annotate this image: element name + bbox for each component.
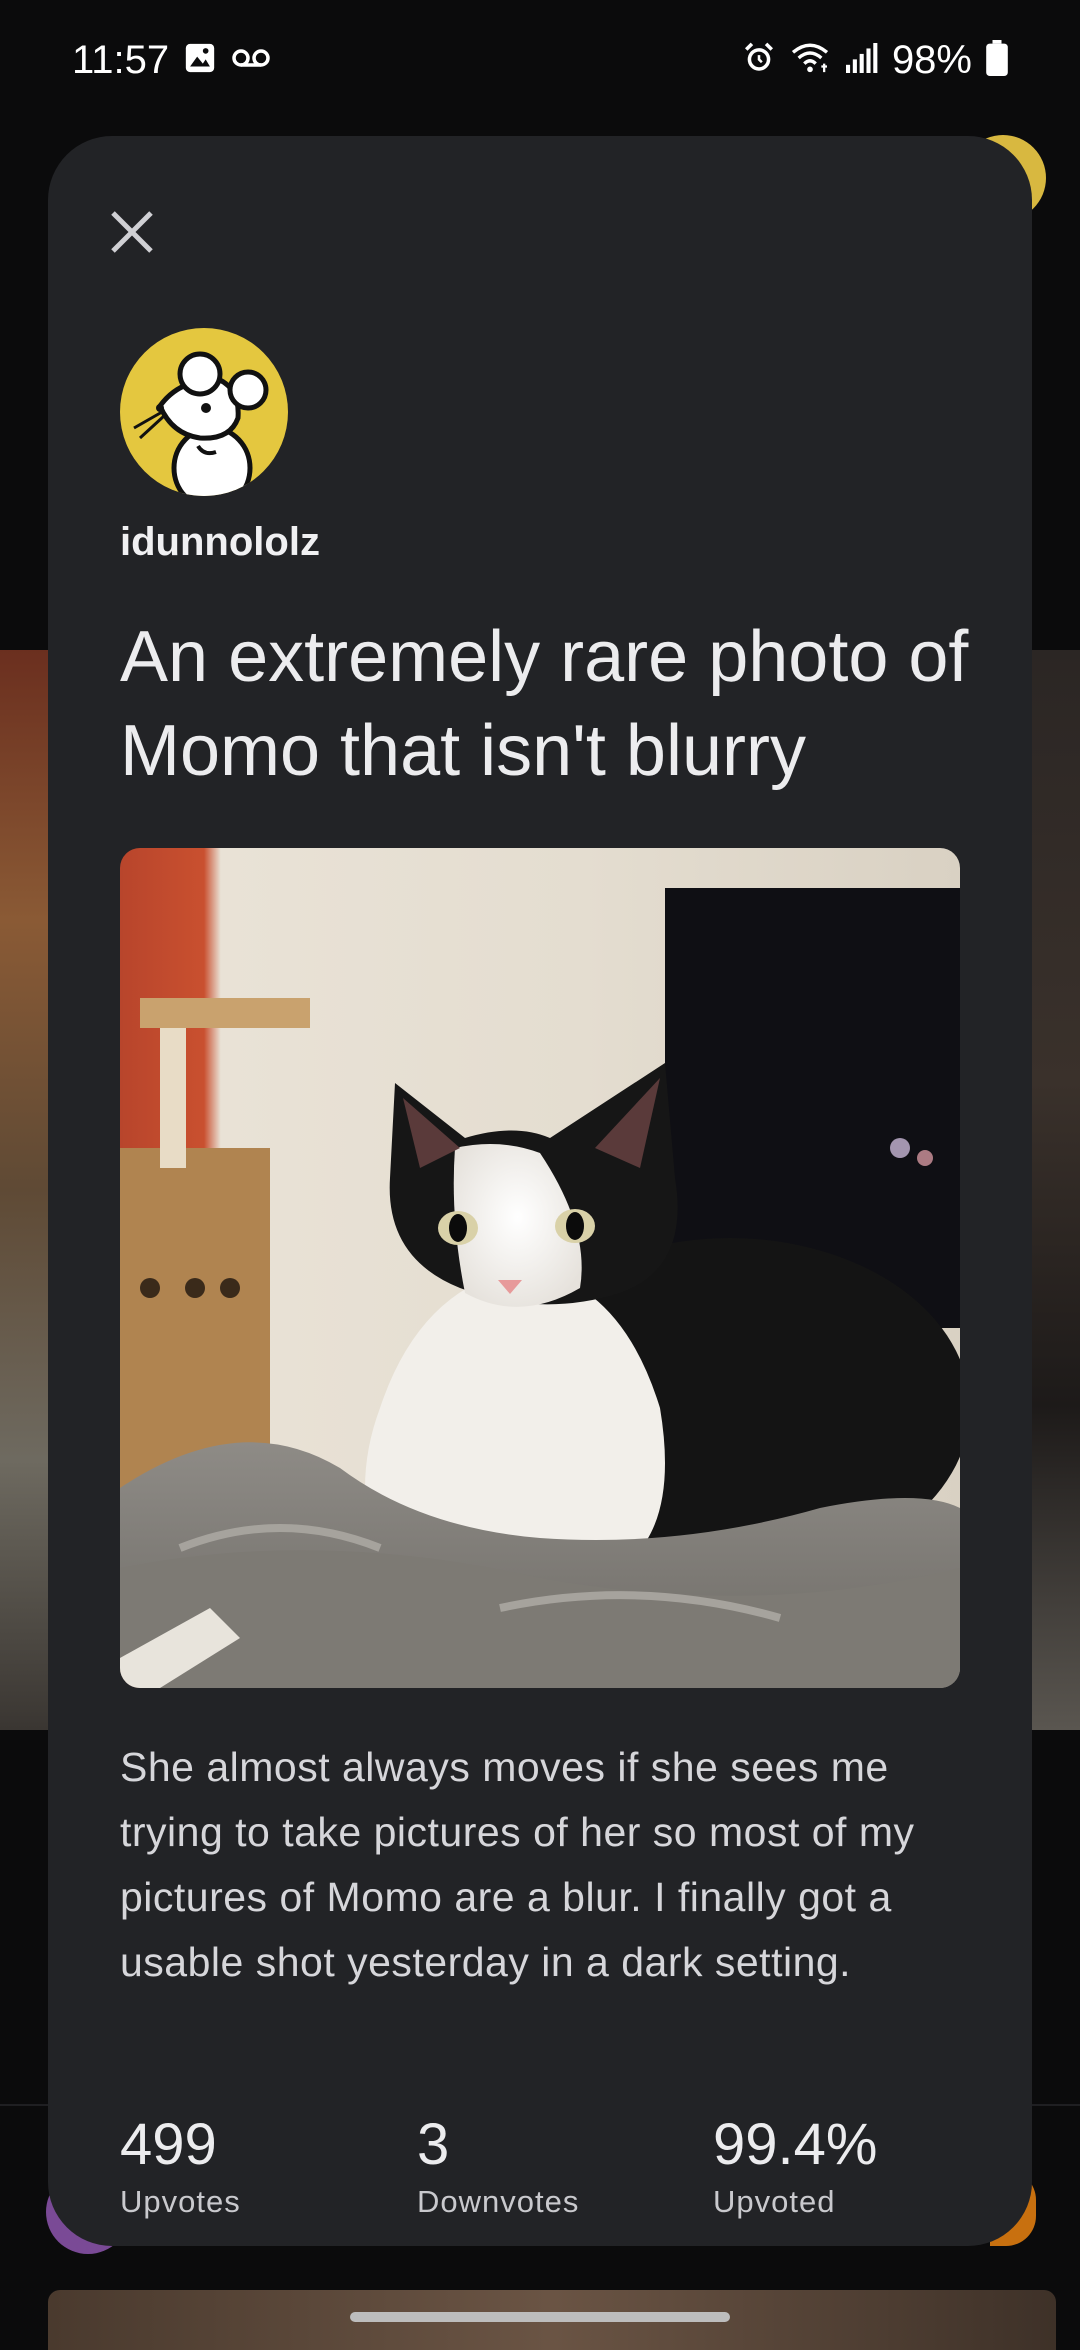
cat-photo — [120, 848, 960, 1688]
upvotes-label: Upvotes — [120, 2184, 241, 2219]
status-right: 98% — [742, 38, 1008, 83]
mouse-avatar-icon — [133, 351, 269, 496]
close-button[interactable] — [88, 190, 176, 278]
close-icon — [109, 209, 155, 260]
battery-percent: 98% — [891, 37, 972, 82]
upvoted-percent: 99.4% — [713, 2112, 878, 2177]
upvoted-stat: 99.4% Upvoted — [713, 2110, 877, 2220]
post-body: She almost always moves if she sees me t… — [120, 1744, 915, 1985]
voicemail-icon — [231, 46, 271, 75]
vote-stats: 499 Upvotes 3 Downvotes 99.4% Upvoted — [120, 2110, 980, 2230]
downvotes-stat: 3 Downvotes — [417, 2110, 579, 2220]
post-author[interactable]: idunnololz — [120, 520, 320, 565]
post-title: An extremely rare photo of Momo that isn… — [120, 617, 969, 791]
status-time: 11:57 — [72, 37, 170, 82]
upvotes-stat: 499 Upvotes — [120, 2110, 241, 2220]
home-indicator[interactable] — [350, 2312, 730, 2322]
upvotes-count: 499 — [120, 2112, 217, 2177]
signal-icon — [844, 42, 878, 78]
alarm-icon — [742, 41, 776, 80]
upvoted-label: Upvoted — [713, 2184, 836, 2219]
status-left: 11:57 — [72, 38, 271, 83]
wifi-icon — [790, 41, 830, 80]
downvotes-label: Downvotes — [417, 2184, 580, 2219]
downvotes-count: 3 — [417, 2112, 450, 2177]
status-bar: 11:57 98% — [0, 0, 1080, 120]
post-image[interactable] — [120, 848, 960, 1688]
avatar[interactable] — [120, 328, 288, 496]
battery-icon — [986, 39, 1008, 81]
gallery-icon — [183, 41, 217, 80]
